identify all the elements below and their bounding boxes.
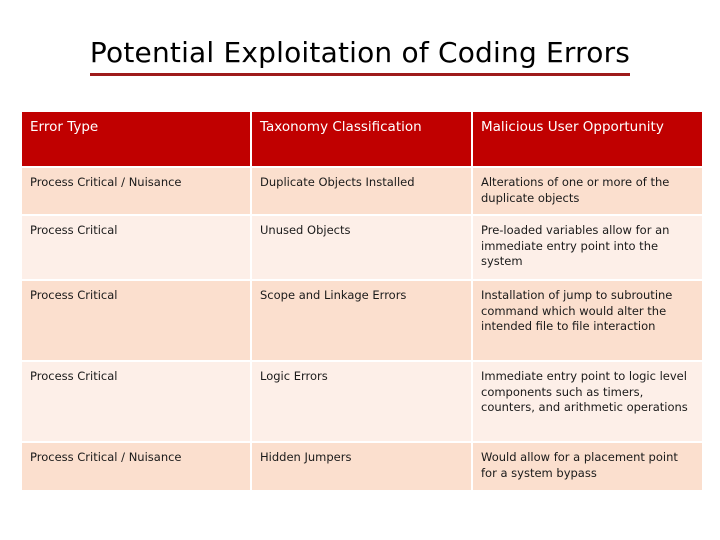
cell-error-type: Process Critical bbox=[22, 362, 250, 441]
table-header: Error Type Taxonomy Classification Malic… bbox=[22, 112, 702, 166]
column-header-taxonomy-classification: Taxonomy Classification bbox=[252, 112, 471, 166]
cell-error-type: Process Critical bbox=[22, 281, 250, 360]
exploitation-table: Error Type Taxonomy Classification Malic… bbox=[20, 110, 704, 492]
cell-taxonomy-classification: Unused Objects bbox=[252, 216, 471, 279]
column-header-error-type: Error Type bbox=[22, 112, 250, 166]
table-header-row: Error Type Taxonomy Classification Malic… bbox=[22, 112, 702, 166]
cell-error-type: Process Critical / Nuisance bbox=[22, 443, 250, 490]
cell-taxonomy-classification: Logic Errors bbox=[252, 362, 471, 441]
table-container: Error Type Taxonomy Classification Malic… bbox=[20, 110, 702, 492]
cell-error-type: Process Critical bbox=[22, 216, 250, 279]
slide: Potential Exploitation of Coding Errors … bbox=[0, 0, 720, 540]
cell-error-type: Process Critical / Nuisance bbox=[22, 168, 250, 214]
column-header-malicious-user-opportunity: Malicious User Opportunity bbox=[473, 112, 702, 166]
cell-taxonomy-classification: Duplicate Objects Installed bbox=[252, 168, 471, 214]
cell-malicious-user-opportunity: Pre-loaded variables allow for an immedi… bbox=[473, 216, 702, 279]
cell-taxonomy-classification: Hidden Jumpers bbox=[252, 443, 471, 490]
table-row: Process Critical / Nuisance Duplicate Ob… bbox=[22, 168, 702, 214]
table-row: Process Critical Logic Errors Immediate … bbox=[22, 362, 702, 441]
table-row: Process Critical Scope and Linkage Error… bbox=[22, 281, 702, 360]
title-container: Potential Exploitation of Coding Errors bbox=[0, 36, 720, 76]
cell-malicious-user-opportunity: Alterations of one or more of the duplic… bbox=[473, 168, 702, 214]
table-row: Process Critical Unused Objects Pre-load… bbox=[22, 216, 702, 279]
cell-malicious-user-opportunity: Would allow for a placement point for a … bbox=[473, 443, 702, 490]
cell-malicious-user-opportunity: Installation of jump to subroutine comma… bbox=[473, 281, 702, 360]
table-body: Process Critical / Nuisance Duplicate Ob… bbox=[22, 168, 702, 490]
cell-taxonomy-classification: Scope and Linkage Errors bbox=[252, 281, 471, 360]
cell-malicious-user-opportunity: Immediate entry point to logic level com… bbox=[473, 362, 702, 441]
page-title: Potential Exploitation of Coding Errors bbox=[89, 36, 631, 76]
table-row: Process Critical / Nuisance Hidden Jumpe… bbox=[22, 443, 702, 490]
